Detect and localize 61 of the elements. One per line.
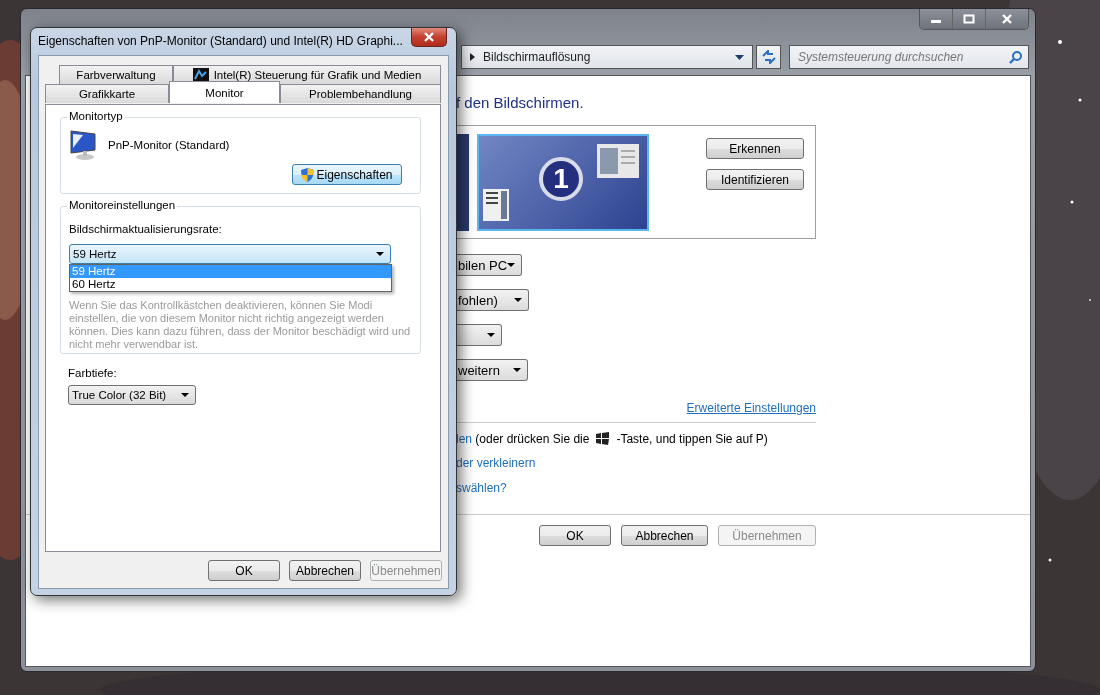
chevron-icon (470, 53, 475, 61)
caret-icon (513, 368, 521, 372)
caret-icon[interactable] (735, 54, 744, 60)
dropdown[interactable]: weitern (456, 359, 528, 381)
window-icon (483, 189, 509, 221)
caret-icon (514, 298, 522, 302)
dialog-button[interactable]: Abbrechen (621, 525, 708, 546)
refresh-icon (760, 50, 777, 64)
tab[interactable]: Grafikkarte (45, 84, 169, 103)
dialog-button[interactable]: Abbrechen (289, 560, 361, 581)
dialog-button[interactable]: OK (208, 560, 280, 581)
close-icon (423, 32, 435, 42)
refresh-button[interactable] (756, 45, 781, 69)
projector-link[interactable]: len (456, 432, 472, 446)
dialog-button[interactable]: OK (539, 525, 611, 546)
dropdown-option[interactable]: 60 Hertz (70, 278, 391, 291)
warning-text: Wenn Sie das Kontrollkästchen deaktivieren, können Sie Modi einstellen, die von diesem Monitor nicht richtig angezeigt werden können. Dies kann dazu führen, dass der Monitor beschädigt wird und nicht mehr verwendbar ist. (69, 299, 412, 351)
monitor-name: PnP-Monitor (Standard) (108, 139, 230, 151)
hint-text: (oder drücken Sie die (474, 432, 590, 446)
caret-icon (507, 263, 515, 267)
page-heading: f den Bildschirmen. (456, 94, 585, 113)
caret-icon (376, 252, 384, 256)
refresh-rate-label: Bildschirmaktualisierungsrate: (69, 223, 223, 237)
windows-logo-icon (595, 432, 611, 446)
address-bar[interactable]: Bildschirmauflösung (461, 45, 753, 69)
window-icon (597, 144, 639, 178)
minimize-button[interactable] (920, 9, 953, 29)
color-depth-dropdown[interactable]: True Color (32 Bit) (68, 385, 196, 405)
settings-link[interactable]: der verkleinern (456, 456, 816, 472)
tab[interactable]: Intel(R) Steuerung für Grafik und Medien (173, 65, 441, 84)
refresh-rate-dropdown[interactable]: 59 Hertz (69, 244, 391, 264)
window-title: Eigenschaften von PnP-Monitor (Standard) und Intel(R) HD Graphi... (38, 33, 404, 50)
close-button[interactable] (411, 28, 447, 47)
dropdown[interactable] (456, 324, 502, 346)
breadcrumb[interactable]: Bildschirmauflösung (483, 50, 727, 64)
maximize-button[interactable] (953, 9, 986, 29)
color-depth-label: Farbtiefe: (68, 367, 118, 381)
monitor-thumbnail[interactable] (457, 134, 469, 231)
panel-button[interactable]: Erkennen (706, 138, 804, 159)
tab[interactable]: Monitor (169, 81, 280, 103)
group-legend: Monitoreinstellungen (67, 199, 178, 211)
search-icon (1009, 50, 1022, 64)
advanced-settings-link[interactable]: Erweiterte Einstellungen (686, 401, 816, 415)
tab[interactable]: Problembehandlung (280, 84, 441, 103)
shield-icon (301, 167, 315, 182)
tab[interactable]: Farbverwaltung (59, 65, 173, 84)
dropdown[interactable]: bilen PC (456, 254, 522, 276)
monitor-thumbnail[interactable]: 1 (477, 134, 649, 231)
search-field[interactable]: Systemsteuerung durchsuchen (789, 45, 1029, 69)
settings-link[interactable]: swählen? (456, 481, 816, 497)
close-icon (1001, 14, 1013, 24)
panel-button[interactable]: Identifizieren (706, 169, 804, 190)
properties-button[interactable]: Eigenschaften (292, 164, 402, 185)
group-legend: Monitortyp (67, 110, 125, 122)
monitor-icon (69, 130, 97, 160)
caret-icon (181, 393, 189, 397)
monitor-number: 1 (539, 157, 583, 201)
maximize-icon (963, 14, 975, 24)
dropdown[interactable]: fohlen) (456, 289, 529, 311)
caret-icon (487, 333, 495, 337)
hint-text: -Taste, und tippen Sie auf P) (616, 432, 768, 446)
